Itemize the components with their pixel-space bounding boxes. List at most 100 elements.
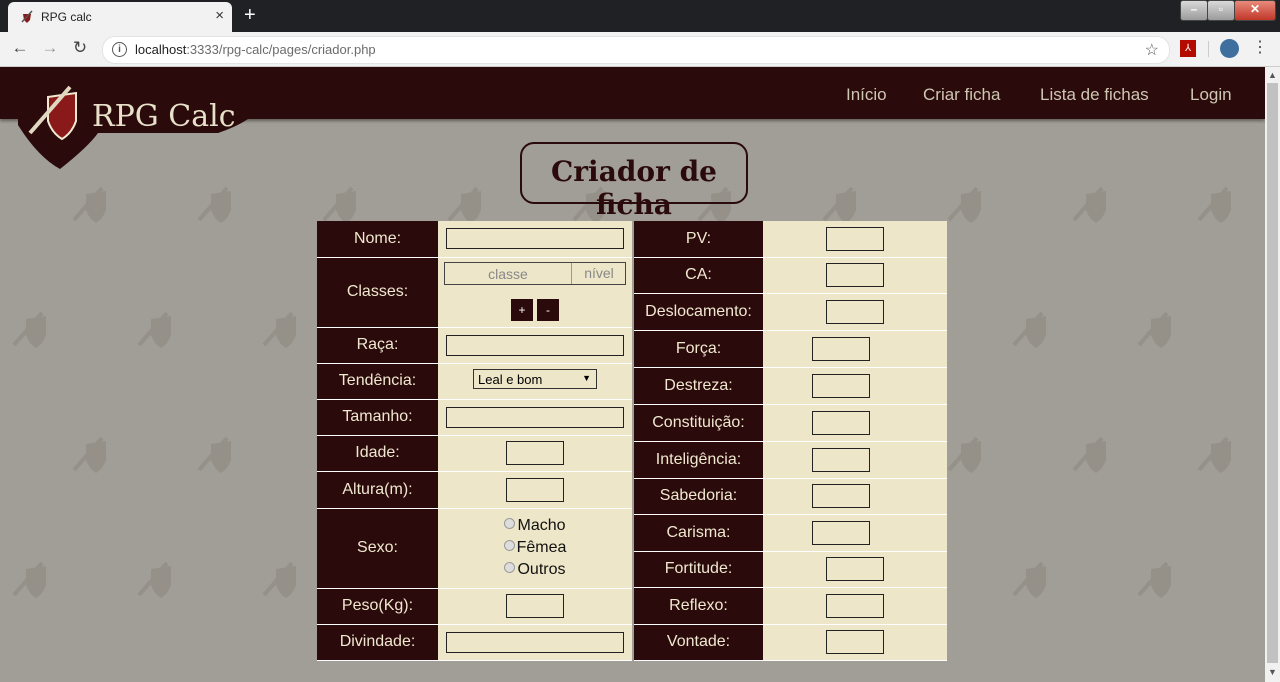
label-divindade: Divindade: [317, 624, 438, 661]
menu-kebab-icon[interactable]: ⋮ [1252, 37, 1268, 57]
background-shield-icon [72, 436, 106, 473]
background-shield-icon [197, 186, 231, 223]
window-close-button[interactable]: ✕ [1234, 0, 1276, 21]
label-forca: Força: [634, 330, 763, 368]
inteligencia-input[interactable] [812, 447, 870, 472]
background-shield-icon [262, 561, 296, 598]
toolbar-divider [1208, 41, 1209, 57]
window-maximize-button[interactable]: ▫ [1207, 0, 1235, 21]
background-shield-icon [1197, 436, 1231, 473]
add-class-button[interactable]: + [511, 298, 533, 321]
page-title-box: Criador de ficha [520, 142, 748, 221]
pdf-extension-icon[interactable]: ⅄ [1180, 40, 1196, 57]
tendencia-select[interactable]: Leal e bom ▼ [473, 368, 597, 389]
label-tamanho: Tamanho: [317, 399, 438, 436]
page-content: Início Criar ficha Lista de fichas Login… [0, 67, 1265, 682]
pv-input[interactable] [826, 226, 884, 251]
fortitude-input[interactable] [826, 557, 884, 581]
window-minimize-button[interactable]: – [1180, 0, 1208, 21]
ca-input[interactable] [826, 263, 884, 287]
back-arrow-icon[interactable]: ← [10, 38, 30, 58]
tamanho-input[interactable] [446, 406, 624, 428]
label-sexo: Sexo: [317, 508, 438, 589]
scroll-down-arrow-icon[interactable]: ▼ [1268, 667, 1277, 677]
forward-arrow-icon[interactable]: → [40, 38, 60, 58]
browser-tabbar: RPG calc × + – ▫ ✕ [0, 0, 1280, 32]
tab-title: RPG calc [41, 10, 92, 24]
background-shield-icon [447, 186, 481, 223]
deslocamento-input[interactable] [826, 299, 884, 324]
label-destreza: Destreza: [634, 367, 763, 405]
background-shield-icon [1137, 561, 1171, 598]
sabedoria-input[interactable] [812, 484, 870, 508]
label-tendencia: Tendência: [317, 363, 438, 400]
nav-login[interactable]: Login [1190, 85, 1232, 105]
dropdown-arrow-icon: ▼ [582, 372, 591, 383]
character-info-table: Nome: Classes: classe nível + - Raça: Ten… [317, 221, 632, 661]
label-peso: Peso(Kg): [317, 588, 438, 625]
label-altura: Altura(m): [317, 471, 438, 509]
label-idade: Idade: [317, 435, 438, 472]
raca-input[interactable] [446, 334, 624, 356]
scrollbar-thumb[interactable] [1267, 83, 1278, 663]
bookmark-star-icon[interactable]: ☆ [1145, 40, 1159, 60]
info-icon[interactable]: i [112, 42, 127, 57]
remove-class-button[interactable]: - [537, 298, 559, 321]
background-shield-icon [1012, 311, 1046, 348]
background-shield-icon [12, 311, 46, 348]
reflexo-input[interactable] [826, 593, 884, 618]
peso-input[interactable] [506, 594, 564, 618]
label-sabedoria: Sabedoria: [634, 478, 763, 515]
address-bar[interactable]: i localhost:3333/rpg-calc/pages/criador.… [102, 36, 1170, 64]
background-shield-icon [1072, 186, 1106, 223]
background-shield-icon [1137, 311, 1171, 348]
background-shield-icon [1197, 186, 1231, 223]
label-nome: Nome: [317, 221, 438, 258]
url-text[interactable]: localhost:3333/rpg-calc/pages/criador.ph… [135, 42, 376, 57]
label-constituicao: Constituição: [634, 404, 763, 442]
new-tab-button[interactable]: + [244, 4, 256, 26]
nivel-input[interactable]: nível [571, 262, 626, 284]
character-stats-table: PV: CA: Deslocamento: Força: Destreza: C… [634, 221, 947, 661]
destreza-input[interactable] [812, 373, 870, 398]
nav-criar-ficha[interactable]: Criar ficha [923, 85, 1000, 105]
nome-input[interactable] [446, 228, 624, 250]
radio-femea[interactable]: Fêmea [438, 537, 632, 559]
background-shield-icon [137, 311, 171, 348]
background-shield-icon [72, 186, 106, 223]
background-shield-icon [1072, 436, 1106, 473]
radio-outros[interactable]: Outros [438, 559, 632, 581]
idade-input[interactable] [506, 441, 564, 465]
profile-avatar-icon[interactable] [1220, 39, 1239, 58]
divindade-input[interactable] [446, 631, 624, 653]
nav-lista-fichas[interactable]: Lista de fichas [1040, 85, 1149, 105]
radio-macho[interactable]: Macho [438, 515, 632, 537]
label-deslocamento: Deslocamento: [634, 293, 763, 331]
label-fortitude: Fortitude: [634, 551, 763, 588]
nav-inicio[interactable]: Início [846, 85, 887, 105]
page-scrollbar[interactable]: ▲ ▼ [1265, 67, 1280, 682]
label-raca: Raça: [317, 327, 438, 364]
background-shield-icon [1012, 561, 1046, 598]
tab-close-icon[interactable]: × [215, 8, 224, 24]
background-shield-icon [947, 436, 981, 473]
carisma-input[interactable] [812, 520, 870, 545]
label-inteligencia: Inteligência: [634, 441, 763, 479]
forca-input[interactable] [812, 336, 870, 361]
logo-text[interactable]: RPG Calc [92, 99, 236, 134]
browser-tab[interactable]: RPG calc × [8, 2, 232, 32]
background-shield-icon [12, 561, 46, 598]
vontade-input[interactable] [826, 630, 884, 654]
classe-input[interactable]: classe [445, 266, 571, 282]
background-shield-icon [137, 561, 171, 598]
background-shield-icon [947, 186, 981, 223]
class-entry[interactable]: classe nível [444, 261, 626, 285]
altura-input[interactable] [506, 477, 564, 502]
reload-icon[interactable]: ↻ [70, 38, 90, 58]
scroll-up-arrow-icon[interactable]: ▲ [1268, 70, 1277, 80]
label-vontade: Vontade: [634, 624, 763, 661]
constituicao-input[interactable] [812, 410, 870, 435]
page-title: Criador de ficha [551, 155, 717, 221]
background-shield-icon [197, 436, 231, 473]
label-pv: PV: [634, 221, 763, 258]
